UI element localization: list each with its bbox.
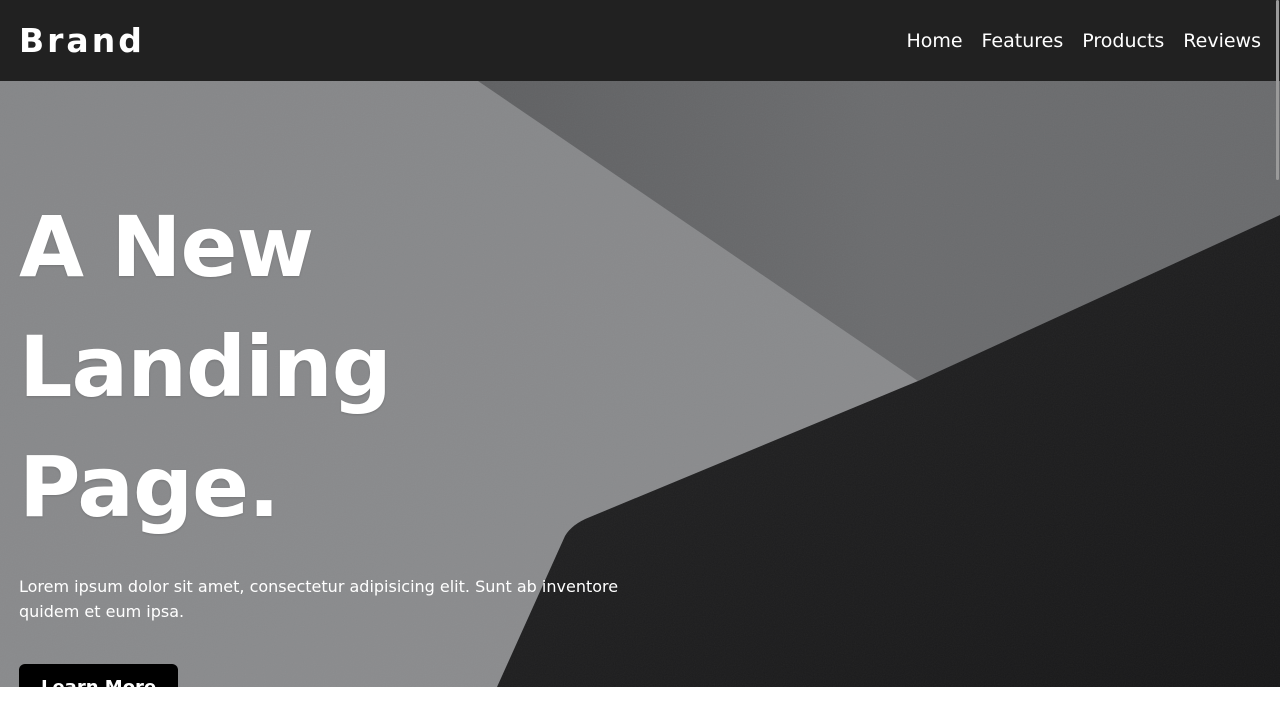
nav-link-features[interactable]: Features [982,30,1064,52]
below-hero-section [0,687,1280,720]
hero-content: A New Landing Page. Lorem ipsum dolor si… [19,187,659,687]
hero-section: A New Landing Page. Lorem ipsum dolor si… [0,81,1280,687]
hero-title-line-1: A New Landing [19,198,392,416]
hero-title: A New Landing Page. [19,187,659,547]
nav-link-home[interactable]: Home [906,30,962,52]
learn-more-button[interactable]: Learn More [19,664,179,687]
page-scrollbar[interactable] [1276,0,1279,180]
hero-description: Lorem ipsum dolor sit amet, consectetur … [19,577,619,621]
brand-logo[interactable]: Brand [19,21,145,60]
nav-links: Home Features Products Reviews [906,30,1261,52]
nav-link-reviews[interactable]: Reviews [1183,30,1261,52]
hero-title-line-2: Page. [19,438,280,536]
landing-page: Brand Home Features Products Reviews A N… [0,0,1280,720]
navbar: Brand Home Features Products Reviews [0,0,1280,81]
nav-link-products[interactable]: Products [1082,30,1164,52]
